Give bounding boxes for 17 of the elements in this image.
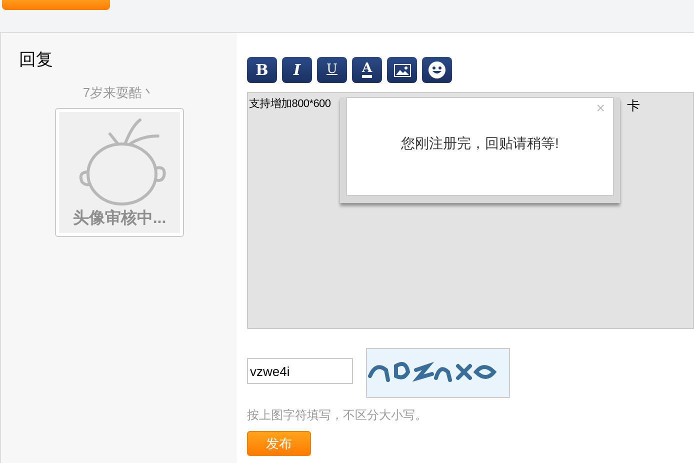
- captcha-hint: 按上图字符填写，不区分大小写。: [247, 407, 428, 424]
- underline-button[interactable]: U: [317, 57, 347, 83]
- image-button[interactable]: [387, 57, 417, 83]
- username: 7岁来耍酷丶: [82, 84, 156, 102]
- dialog-message: 您刚注册完，回贴请稍等!: [401, 134, 559, 153]
- reply-title: 回复: [19, 49, 54, 71]
- editor-text: 支持增加800*600: [249, 97, 331, 112]
- bold-button[interactable]: B: [247, 57, 277, 83]
- editor-text: 卡: [627, 97, 640, 115]
- avatar-caption: 头像审核中...: [72, 208, 166, 229]
- color-button[interactable]: A: [352, 57, 382, 83]
- emoji-button[interactable]: [422, 57, 452, 83]
- captcha-field[interactable]: vzwe4i: [247, 358, 353, 384]
- editor-area[interactable]: 支持增加800*600 卡 × 您刚注册完，回贴请稍等!: [247, 92, 694, 329]
- image-icon: [394, 64, 410, 76]
- italic-button[interactable]: I: [282, 57, 312, 83]
- smiley-icon: [428, 61, 446, 79]
